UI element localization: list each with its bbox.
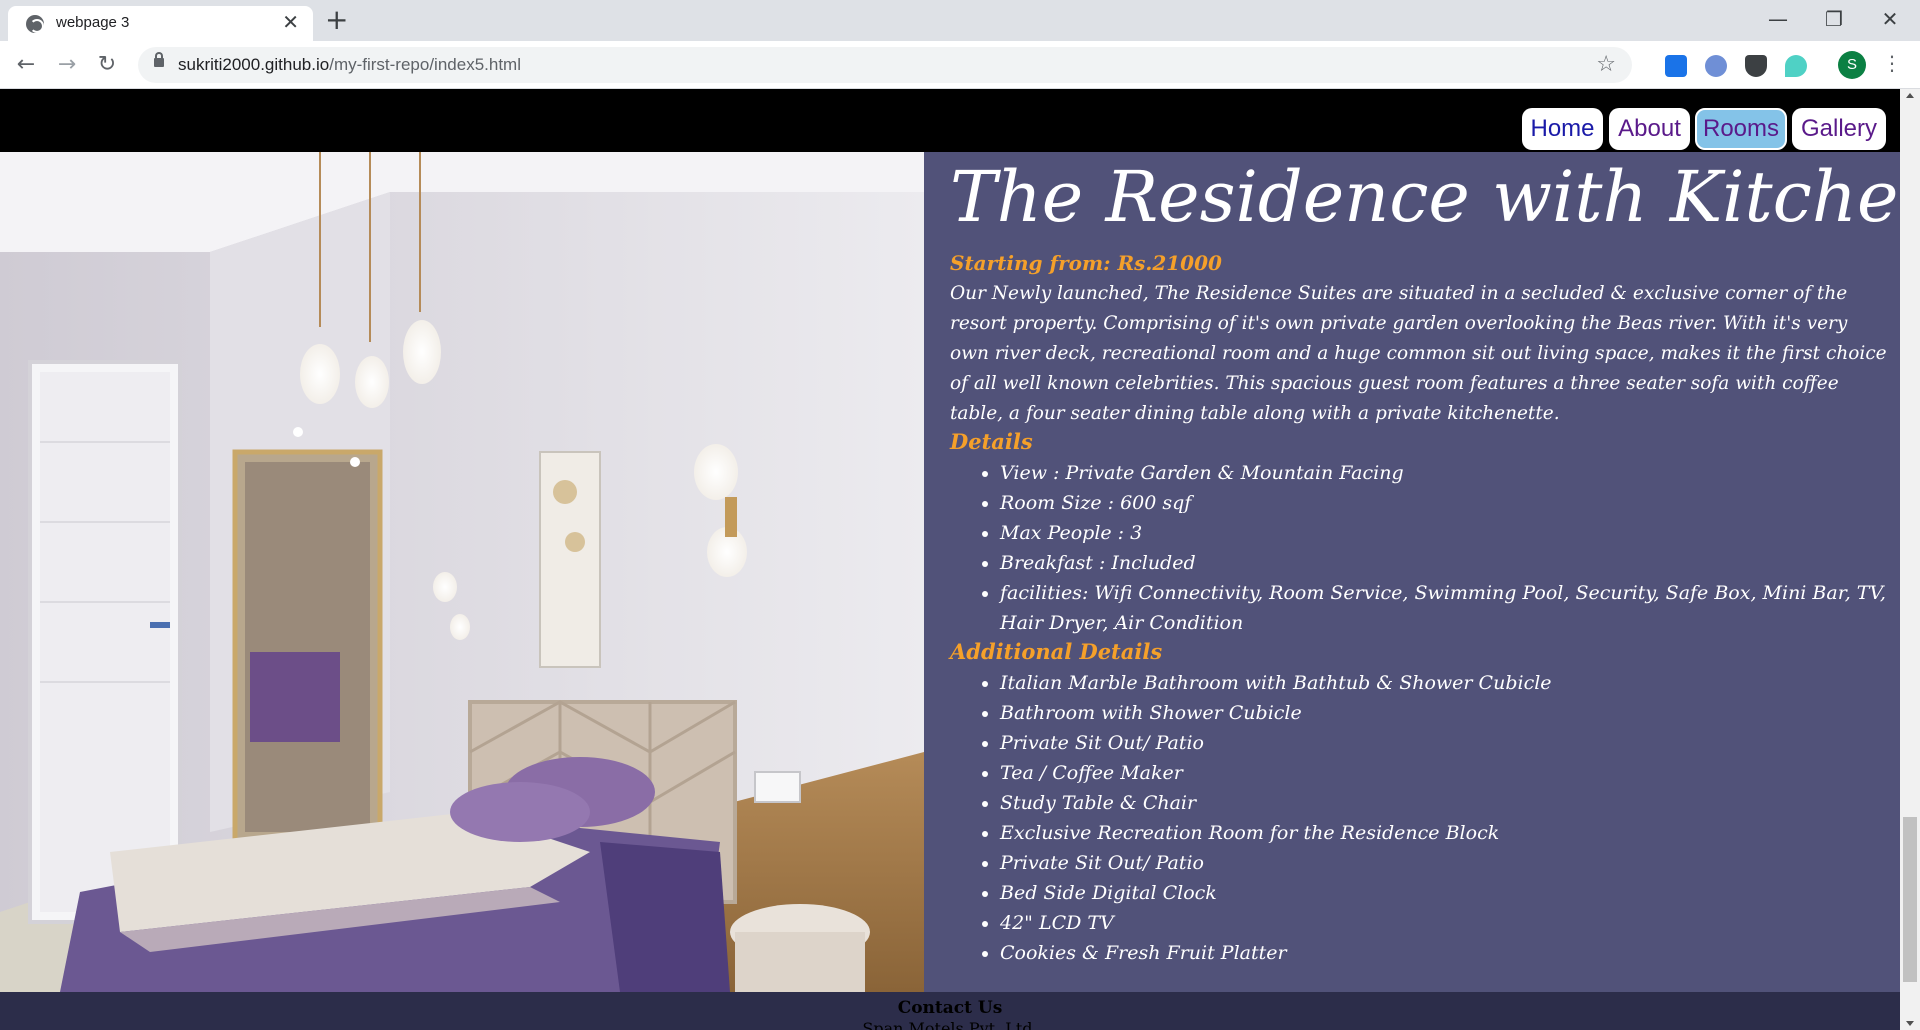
room-price: Starting from: Rs.21000 <box>950 251 1222 275</box>
room-details-panel: The Residence with Kitchenette Starting … <box>924 152 1920 992</box>
globe-icon <box>26 15 44 33</box>
profile-avatar[interactable]: S <box>1838 51 1866 79</box>
details-list: View : Private Garden & Mountain Facing … <box>1000 458 1890 638</box>
details-item: Max People : 3 <box>1000 518 1890 548</box>
details-item: Room Size : 600 sqf <box>1000 488 1890 518</box>
bedroom-image <box>0 152 924 992</box>
site-footer: Contact Us Span Motels Pvt. Ltd. <box>0 992 1900 1030</box>
new-tab-button[interactable]: + <box>325 3 348 37</box>
address-bar[interactable]: sukriti2000.github.io/my-first-repo/inde… <box>138 47 1632 83</box>
extension-shield-icon[interactable] <box>1745 55 1767 77</box>
extension-globe-icon[interactable] <box>1705 55 1727 77</box>
additional-item: Cookies & Fresh Fruit Platter <box>1000 938 1890 968</box>
scroll-down-arrow-icon[interactable] <box>1906 1021 1914 1026</box>
additional-details-heading: Additional Details <box>950 639 1163 664</box>
forward-button[interactable]: → <box>51 49 83 81</box>
room-photo <box>0 152 924 992</box>
scroll-up-arrow-icon[interactable] <box>1906 93 1914 98</box>
browser-tabstrip: webpage 3 ✕ + — ❐ ✕ <box>0 0 1920 41</box>
additional-item: Private Sit Out/ Patio <box>1000 848 1890 878</box>
additional-item: Exclusive Recreation Room for the Reside… <box>1000 818 1890 848</box>
additional-item: Bed Side Digital Clock <box>1000 878 1890 908</box>
maximize-button[interactable]: ❐ <box>1814 4 1854 34</box>
back-button[interactable]: ← <box>10 49 42 81</box>
additional-item: Italian Marble Bathroom with Bathtub & S… <box>1000 668 1890 698</box>
nav-gallery-link[interactable]: Gallery <box>1792 108 1886 150</box>
additional-details-list: Italian Marble Bathroom with Bathtub & S… <box>1000 668 1890 968</box>
extension-diamond-icon[interactable] <box>1785 55 1807 77</box>
close-window-button[interactable]: ✕ <box>1870 4 1910 34</box>
close-tab-icon[interactable]: ✕ <box>282 11 299 33</box>
tab-title: webpage 3 <box>56 14 130 31</box>
additional-item: Study Table & Chair <box>1000 788 1890 818</box>
site-header: Home About Rooms Gallery <box>0 89 1900 152</box>
browser-menu-icon[interactable]: ⋮ <box>1882 51 1902 75</box>
browser-toolbar: ← → ↻ sukriti2000.github.io/my-first-rep… <box>0 41 1920 89</box>
nav-home-link[interactable]: Home <box>1522 108 1603 150</box>
details-heading: Details <box>950 429 1033 454</box>
url-host: sukriti2000.github.io <box>178 55 330 74</box>
page-scrollbar[interactable] <box>1900 89 1920 1030</box>
additional-item: Tea / Coffee Maker <box>1000 758 1890 788</box>
nav-about-link[interactable]: About <box>1609 108 1690 150</box>
page-viewport: Home About Rooms Gallery The Residence w… <box>0 89 1920 1030</box>
url-text[interactable]: sukriti2000.github.io/my-first-repo/inde… <box>178 55 521 75</box>
bookmark-star-icon[interactable]: ☆ <box>1596 52 1616 77</box>
browser-tab[interactable]: webpage 3 ✕ <box>8 6 313 41</box>
room-title: The Residence with Kitchenette <box>950 156 1920 238</box>
footer-title: Contact Us <box>897 998 1003 1018</box>
nav-rooms-link[interactable]: Rooms <box>1695 108 1787 150</box>
details-item: Breakfast : Included <box>1000 548 1890 578</box>
details-item: View : Private Garden & Mountain Facing <box>1000 458 1890 488</box>
footer-company: Span Motels Pvt. Ltd. <box>862 1019 1038 1030</box>
extension-translate-icon[interactable] <box>1665 55 1687 77</box>
minimize-button[interactable]: — <box>1758 4 1798 34</box>
additional-item: Private Sit Out/ Patio <box>1000 728 1890 758</box>
url-path: /my-first-repo/index5.html <box>329 55 521 74</box>
additional-item: Bathroom with Shower Cubicle <box>1000 698 1890 728</box>
lock-icon[interactable] <box>154 52 164 67</box>
reload-button[interactable]: ↻ <box>91 49 123 81</box>
room-description: Our Newly launched, The Residence Suites… <box>950 283 1887 424</box>
details-item: facilities: Wifi Connectivity, Room Serv… <box>1000 578 1890 638</box>
additional-item: 42" LCD TV <box>1000 908 1890 938</box>
scrollbar-thumb[interactable] <box>1903 817 1917 982</box>
